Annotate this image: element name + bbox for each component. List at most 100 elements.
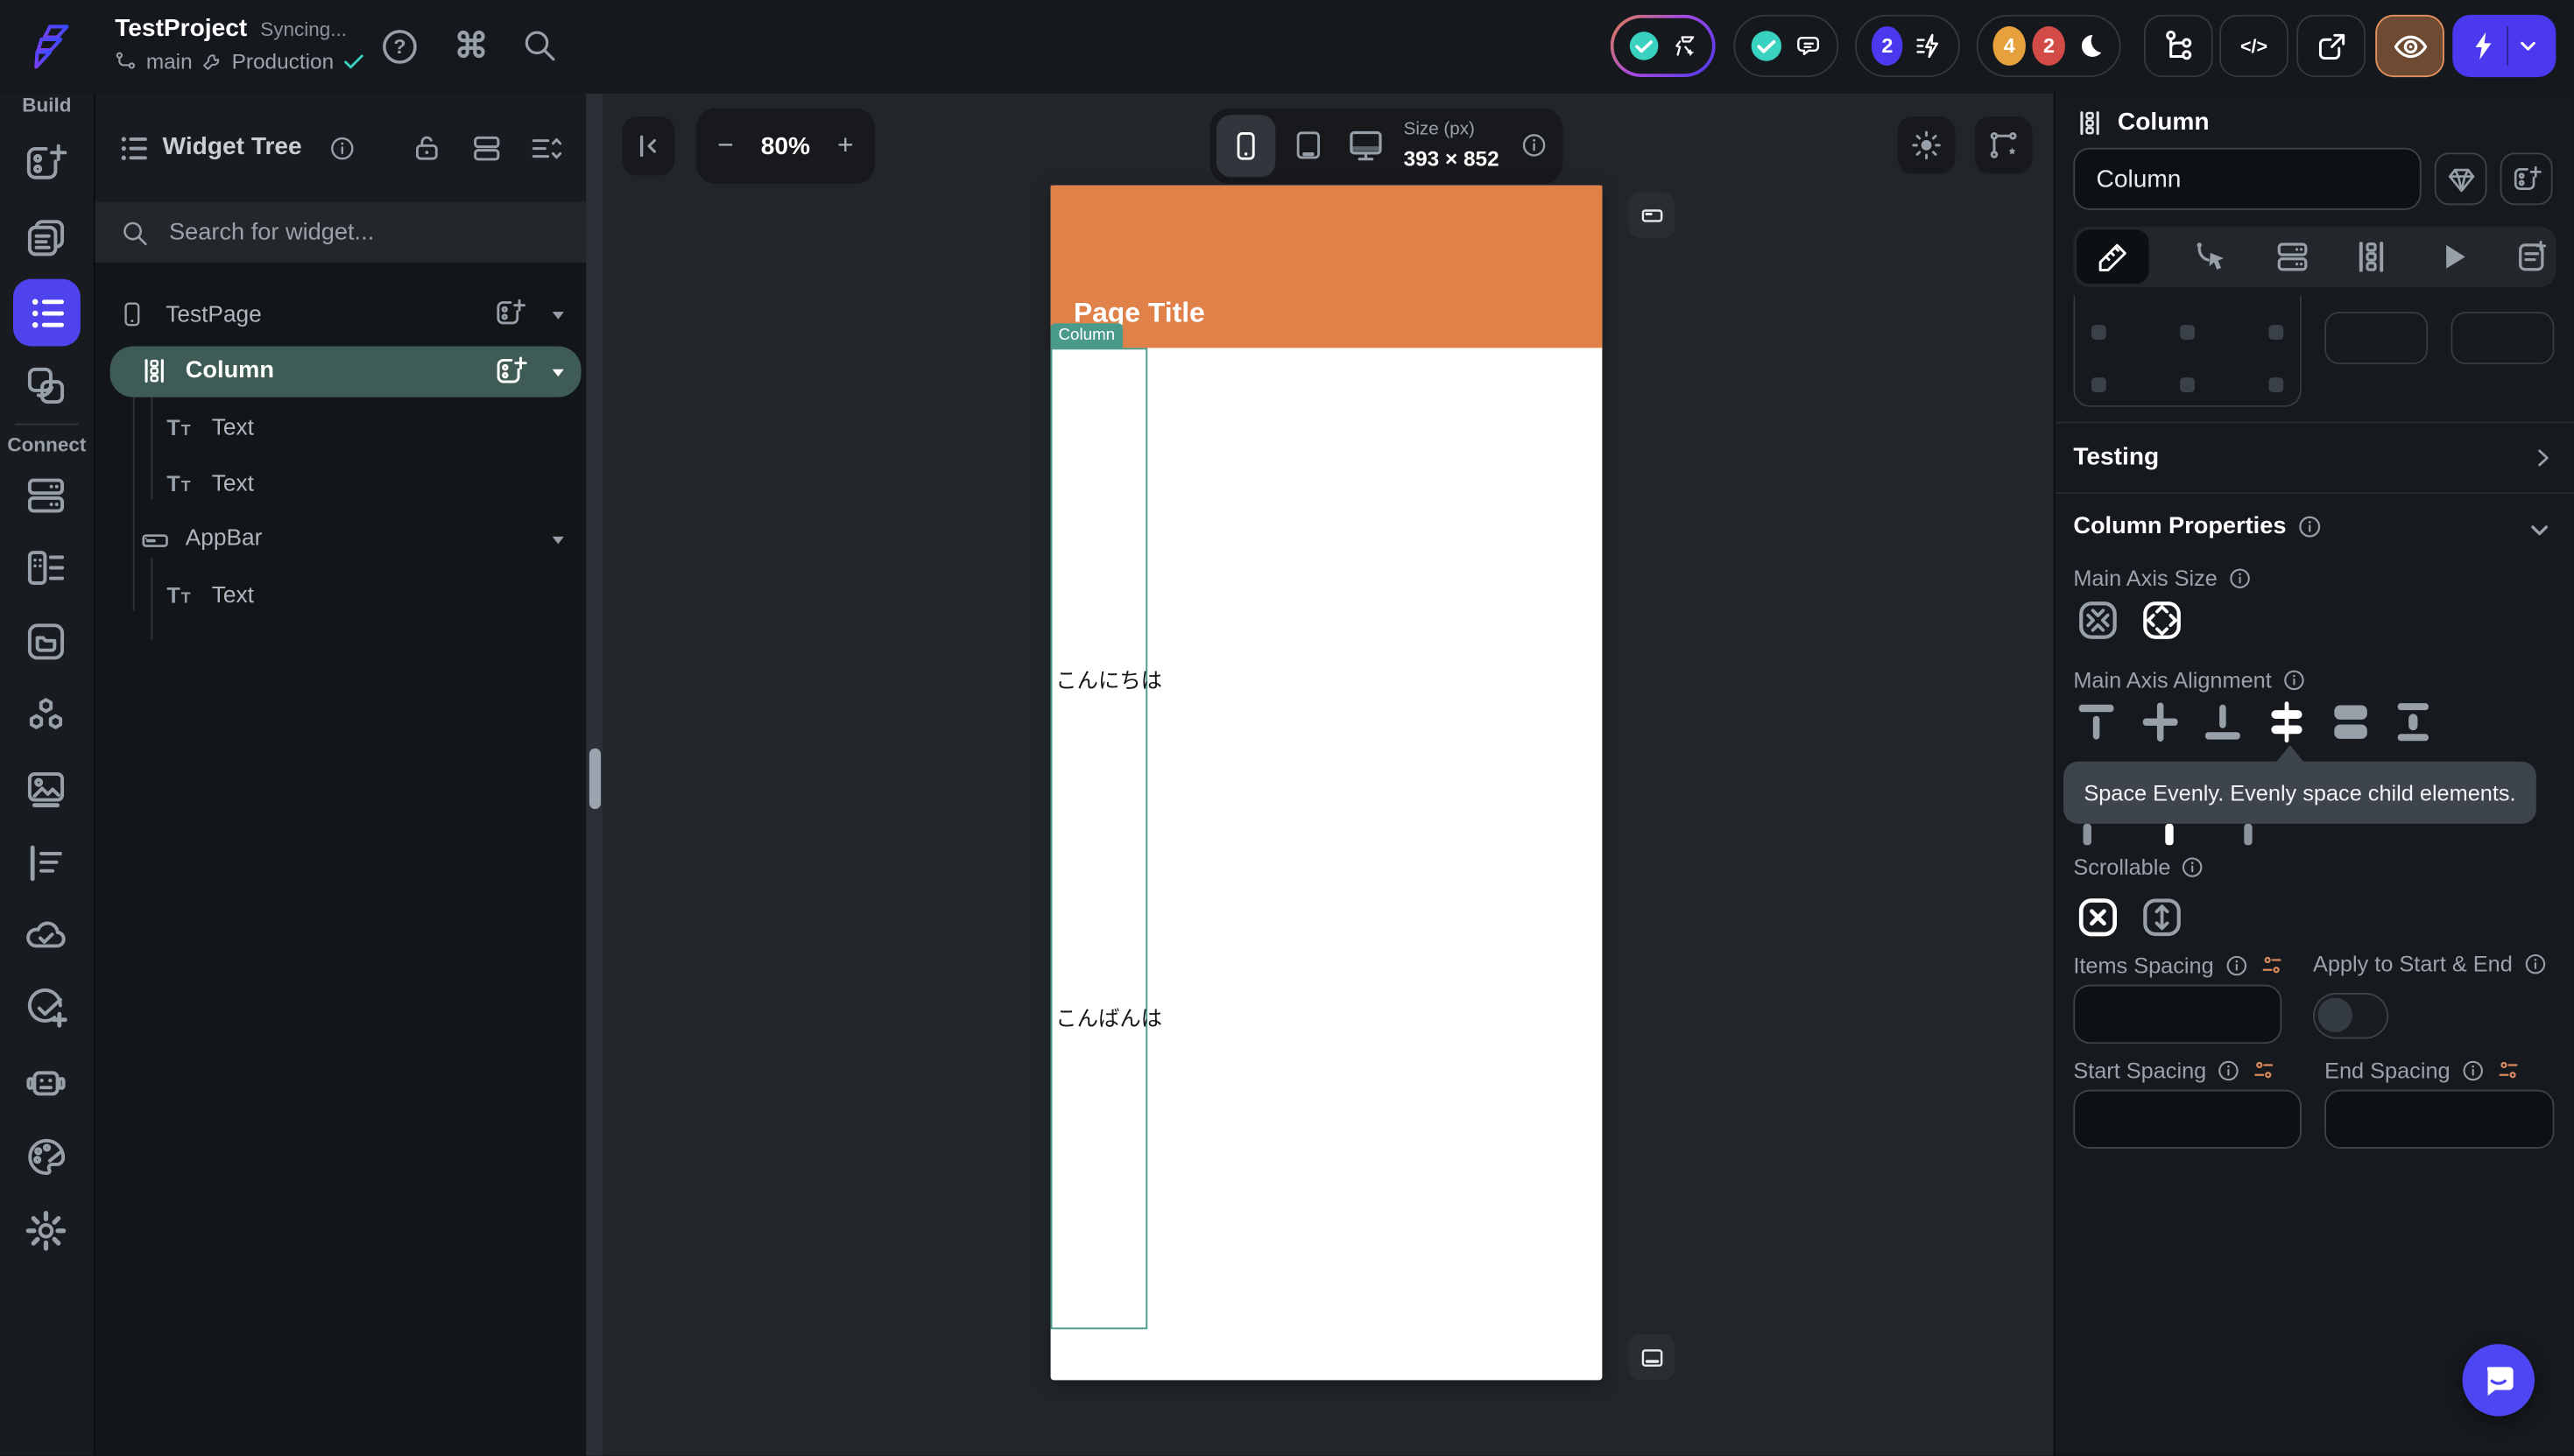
items-spacing-input[interactable] <box>2075 986 2280 1042</box>
canvas-settings-button[interactable] <box>1975 116 2033 174</box>
tab-animations[interactable] <box>2435 238 2472 276</box>
appbar-toggle-button[interactable] <box>1628 192 1674 237</box>
space-between-button[interactable] <box>2326 696 2375 749</box>
tree-row-text-3[interactable]: Text <box>212 581 254 608</box>
sidebar-item-media-assets[interactable] <box>23 619 68 665</box>
apply-start-end-toggle[interactable] <box>2313 993 2388 1038</box>
help-icon[interactable]: ? <box>379 26 420 67</box>
storyboard-button[interactable] <box>2144 15 2213 77</box>
set-from-variable-icon[interactable] <box>2251 1057 2277 1083</box>
sidebar-item-components[interactable] <box>23 362 68 408</box>
align-start-button[interactable] <box>2071 696 2120 749</box>
items-spacing-field[interactable] <box>2073 985 2281 1044</box>
tree-row-column-selected[interactable]: Column <box>110 346 582 397</box>
panel-layout-icon[interactable] <box>469 131 504 165</box>
info-icon[interactable] <box>2460 1058 2485 1082</box>
sidebar-item-tests[interactable] <box>23 986 68 1031</box>
testing-section[interactable]: Testing <box>2073 443 2556 471</box>
tree-row-text-2[interactable]: Text <box>212 469 254 496</box>
comments-pill[interactable] <box>1733 15 1838 77</box>
padding-input[interactable] <box>2451 312 2554 364</box>
start-spacing-input[interactable] <box>2075 1091 2300 1147</box>
end-spacing-field[interactable] <box>2324 1090 2554 1149</box>
collapse-sort-icon[interactable] <box>529 131 563 165</box>
main-axis-min-button[interactable] <box>2073 595 2122 644</box>
cross-axis-icon-partial[interactable] <box>2084 824 2091 845</box>
sidebar-item-database[interactable] <box>23 473 68 518</box>
caret-down-icon[interactable] <box>548 362 568 382</box>
branch-name[interactable]: main <box>146 49 193 74</box>
info-icon[interactable] <box>2522 952 2547 976</box>
device-phone-button[interactable] <box>1216 115 1275 177</box>
support-chat-button[interactable] <box>2463 1344 2535 1416</box>
theme-settings-button[interactable] <box>2435 152 2487 205</box>
tree-row-testpage[interactable]: TestPage <box>166 300 261 327</box>
main-axis-max-button[interactable] <box>2137 595 2186 644</box>
sidebar-item-app-values[interactable] <box>23 841 68 886</box>
zoom-out-button[interactable]: − <box>717 130 734 162</box>
widget-name-input[interactable] <box>2075 150 2420 208</box>
text-widget-1[interactable]: こんにちは <box>1055 663 1162 694</box>
cross-axis-icon-partial[interactable] <box>2165 824 2173 845</box>
sidebar-item-deploy[interactable] <box>23 912 68 958</box>
add-widget-icon[interactable] <box>494 297 526 329</box>
caret-down-icon[interactable] <box>548 530 568 549</box>
set-from-variable-icon[interactable] <box>2494 1057 2521 1083</box>
align-center-button[interactable] <box>2136 696 2185 749</box>
info-icon[interactable] <box>2281 668 2306 693</box>
zoom-level[interactable]: 80% <box>761 132 810 160</box>
sidebar-item-settings[interactable] <box>23 1208 68 1254</box>
search-icon[interactable] <box>520 26 558 64</box>
warnings-pill[interactable]: 4 2 <box>1977 15 2121 77</box>
set-from-variable-icon[interactable] <box>2258 952 2284 978</box>
view-code-button[interactable]: </> <box>2219 15 2288 77</box>
device-preview[interactable]: Page Title Column こんにちは こんばんは <box>1051 186 1603 1381</box>
scrollable-vertical-button[interactable] <box>2137 893 2186 942</box>
collapse-panel-button[interactable] <box>622 116 674 175</box>
scrollable-off-button[interactable] <box>2073 893 2122 942</box>
zoom-in-button[interactable]: + <box>837 130 854 162</box>
info-icon[interactable] <box>2227 566 2252 591</box>
preview-button[interactable] <box>2375 15 2444 77</box>
info-icon[interactable] <box>2181 855 2205 880</box>
add-widget-icon[interactable] <box>494 355 528 389</box>
caret-down-icon[interactable] <box>548 306 568 325</box>
info-icon[interactable] <box>2296 514 2323 540</box>
sidebar-item-pages[interactable] <box>23 215 68 261</box>
info-icon[interactable] <box>1520 131 1548 159</box>
info-icon[interactable] <box>2216 1058 2240 1082</box>
start-spacing-field[interactable] <box>2073 1090 2302 1149</box>
chevron-down-icon[interactable] <box>2525 516 2555 545</box>
widget-search-input[interactable] <box>166 217 533 247</box>
flutterflow-logo[interactable] <box>21 21 72 72</box>
desktop-icon[interactable] <box>1346 126 1386 164</box>
wrap-widget-button[interactable] <box>2500 152 2553 205</box>
info-icon[interactable] <box>328 135 356 163</box>
sidebar-item-theme[interactable] <box>23 1134 68 1179</box>
environment-name[interactable]: Production <box>232 49 335 74</box>
command-menu-icon[interactable]: ⌘ <box>451 26 490 66</box>
sidebar-item-data-types[interactable] <box>23 545 68 590</box>
page-app-bar[interactable]: Page Title <box>1051 186 1603 348</box>
sidebar-item-widget-tree[interactable] <box>13 279 81 347</box>
column-selection-outline[interactable] <box>1051 348 1148 1329</box>
size-value[interactable]: 393 × 852 <box>1404 146 1499 171</box>
space-evenly-button[interactable] <box>2262 696 2311 749</box>
tablet-icon[interactable] <box>1292 128 1324 162</box>
text-widget-2[interactable]: こんばんは <box>1055 1001 1162 1032</box>
widget-name-field[interactable] <box>2073 148 2421 210</box>
sidebar-item-images[interactable] <box>23 766 68 812</box>
ai-code-check-pill[interactable] <box>1611 15 1716 77</box>
run-button[interactable] <box>2452 15 2556 77</box>
align-end-button[interactable] <box>2198 696 2247 749</box>
sidebar-item-ai-agent[interactable] <box>23 1059 68 1104</box>
padding-input[interactable] <box>2324 312 2428 364</box>
space-around-button[interactable] <box>2388 696 2437 749</box>
info-icon[interactable] <box>2224 953 2248 977</box>
tree-scrollbar-thumb[interactable] <box>589 749 601 809</box>
navbar-toggle-button[interactable] <box>1628 1334 1674 1380</box>
column-properties-header[interactable]: Column Properties <box>2073 514 2322 540</box>
tab-backend[interactable] <box>2274 238 2311 276</box>
tab-documentation[interactable] <box>2514 238 2551 276</box>
share-button[interactable] <box>2296 15 2366 77</box>
